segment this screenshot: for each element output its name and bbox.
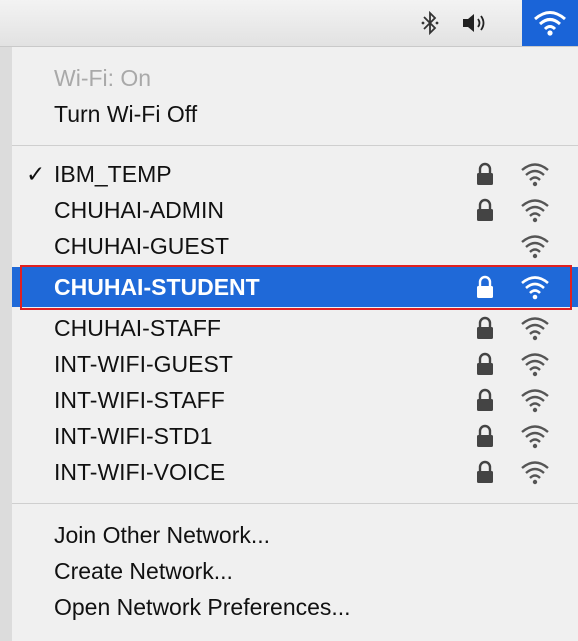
wifi-signal-icon	[521, 317, 549, 341]
wifi-menu-icon[interactable]	[522, 0, 578, 46]
network-name: INT-WIFI-VOICE	[54, 459, 226, 485]
turn-wifi-off-label: Turn Wi-Fi Off	[54, 101, 198, 127]
lock-icon	[477, 352, 493, 375]
separator	[12, 145, 578, 146]
lock-icon	[477, 162, 493, 185]
wifi-signal-icon	[521, 461, 549, 485]
network-item-int-wifi-voice[interactable]: INT-WIFI-VOICE	[12, 454, 578, 490]
wifi-status: Wi-Fi: On	[12, 60, 578, 96]
create-network-item[interactable]: Create Network...	[12, 553, 578, 589]
network-item-chuhai-admin[interactable]: CHUHAI-ADMIN	[12, 192, 578, 228]
network-item-chuhai-staff[interactable]: CHUHAI-STAFF	[12, 310, 578, 346]
network-name: CHUHAI-STUDENT	[54, 274, 260, 300]
wifi-signal-icon	[521, 425, 549, 449]
wifi-signal-icon	[521, 276, 549, 300]
wifi-dropdown-menu: Wi-Fi: On Turn Wi-Fi Off ✓ IBM_TEMP CHUH…	[12, 47, 578, 641]
separator	[12, 503, 578, 504]
network-name: CHUHAI-STAFF	[54, 315, 221, 341]
network-name: IBM_TEMP	[54, 161, 172, 187]
wifi-signal-icon	[521, 235, 549, 259]
volume-icon[interactable]	[456, 0, 496, 46]
network-item-int-wifi-staff[interactable]: INT-WIFI-STAFF	[12, 382, 578, 418]
network-name: INT-WIFI-STAFF	[54, 387, 225, 413]
lock-icon	[477, 316, 493, 339]
turn-wifi-off-item[interactable]: Turn Wi-Fi Off	[12, 96, 578, 132]
wifi-signal-icon	[521, 163, 549, 187]
lock-icon	[477, 275, 493, 298]
network-name: CHUHAI-ADMIN	[54, 197, 224, 223]
network-item-int-wifi-std1[interactable]: INT-WIFI-STD1	[12, 418, 578, 454]
network-item-chuhai-guest[interactable]: CHUHAI-GUEST	[12, 228, 578, 264]
network-name: CHUHAI-GUEST	[54, 233, 230, 259]
wifi-signal-icon	[521, 199, 549, 223]
lock-icon	[477, 424, 493, 447]
network-item-ibm-temp[interactable]: ✓ IBM_TEMP	[12, 156, 578, 192]
bluetooth-icon[interactable]	[412, 0, 448, 46]
wifi-signal-icon	[521, 353, 549, 377]
open-network-preferences-label: Open Network Preferences...	[54, 594, 351, 620]
lock-icon	[477, 388, 493, 411]
wifi-signal-icon	[521, 389, 549, 413]
network-item-int-wifi-guest[interactable]: INT-WIFI-GUEST	[12, 346, 578, 382]
network-name: INT-WIFI-GUEST	[54, 351, 233, 377]
checkmark-icon: ✓	[26, 161, 46, 187]
menu-bar	[0, 0, 578, 47]
lock-icon	[477, 460, 493, 483]
join-other-network-item[interactable]: Join Other Network...	[12, 517, 578, 553]
join-other-network-label: Join Other Network...	[54, 522, 271, 548]
network-name: INT-WIFI-STD1	[54, 423, 213, 449]
network-item-chuhai-student[interactable]: CHUHAI-STUDENT	[12, 267, 578, 307]
lock-icon	[477, 198, 493, 221]
wifi-status-label: Wi-Fi: On	[54, 65, 152, 91]
open-network-preferences-item[interactable]: Open Network Preferences...	[12, 589, 578, 625]
create-network-label: Create Network...	[54, 558, 233, 584]
